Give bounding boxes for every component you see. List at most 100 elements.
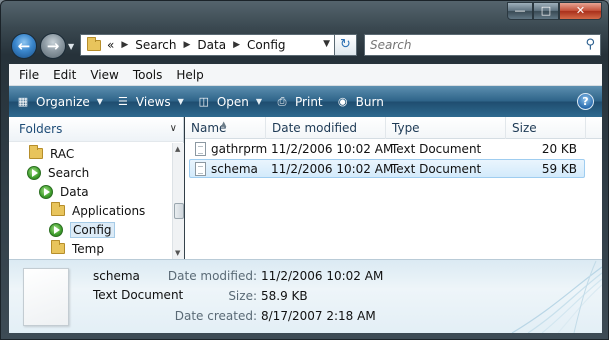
help-button[interactable]: ? xyxy=(577,93,594,110)
maximize-button[interactable]: □ xyxy=(533,2,559,20)
file-name: gathrprm xyxy=(211,142,268,156)
details-file-name: schema xyxy=(93,269,140,283)
column-header-type[interactable]: Type xyxy=(386,117,506,139)
search-box: ⚲ xyxy=(364,34,601,56)
views-button[interactable]: ☰ Views ▼ xyxy=(115,95,184,109)
column-header-label: Type xyxy=(392,121,420,135)
text-document-icon xyxy=(195,161,206,176)
command-bar: ▦ Organize ▼ ☰ Views ▼ ◫ Open ▼ ⎙ Print … xyxy=(9,86,602,117)
tree-item-label: Temp xyxy=(72,241,104,256)
scroll-down-icon[interactable]: ▼ xyxy=(175,249,180,257)
back-arrow-icon: ← xyxy=(17,37,31,55)
details-size-value: 58.9 KB xyxy=(261,289,308,303)
scroll-thumb[interactable] xyxy=(174,203,184,219)
document-thumbnail-icon xyxy=(23,268,69,326)
details-created-value: 8/17/2007 2:18 AM xyxy=(261,309,376,323)
search-input[interactable] xyxy=(365,35,565,55)
tree-item-data[interactable]: Data xyxy=(39,182,89,201)
menu-view[interactable]: View xyxy=(83,68,125,82)
menu-tools[interactable]: Tools xyxy=(126,68,170,82)
decorative-swirl xyxy=(511,260,602,333)
menu-edit[interactable]: Edit xyxy=(46,68,83,82)
nav-scrollbar[interactable]: ▲ ▼ xyxy=(172,143,184,259)
minimize-button[interactable]: — xyxy=(507,2,533,20)
tree-item-label: Search xyxy=(48,165,90,180)
navigation-pane: Folders ∨ RAC Search Data Applications C… xyxy=(9,117,184,259)
address-row: ← → ▼ « ▶ Search ▶ Data ▶ Config ▼ ↻ ⚲ xyxy=(1,29,608,61)
tree-item-rac[interactable]: RAC xyxy=(29,144,74,163)
breadcrumb-data[interactable]: Data xyxy=(197,38,226,52)
folder-icon xyxy=(51,202,65,216)
table-row-selected[interactable]: schema 11/2/2006 10:02 AM Text Document … xyxy=(189,159,585,178)
breadcrumb-separator-icon[interactable]: ▶ xyxy=(184,40,191,50)
details-modified-value: 11/2/2006 10:02 AM xyxy=(261,269,384,283)
folders-header[interactable]: Folders ∨ xyxy=(9,117,183,142)
disc-icon: ◉ xyxy=(337,94,348,108)
details-size-label: Size: xyxy=(228,289,257,303)
table-row[interactable]: gathrprm 11/2/2006 10:02 AM Text Documen… xyxy=(189,140,585,159)
search-icon[interactable]: ⚲ xyxy=(585,37,595,52)
chevron-down-icon: ▼ xyxy=(96,97,103,106)
breadcrumb-separator-icon[interactable]: ▶ xyxy=(121,40,128,50)
forward-arrow-icon: → xyxy=(46,37,60,55)
folder-icon xyxy=(29,145,43,159)
tree-item-config[interactable]: Config xyxy=(49,220,115,239)
menu-file[interactable]: File xyxy=(12,68,46,82)
printer-icon: ⎙ xyxy=(277,94,287,108)
burn-button[interactable]: ◉ Burn xyxy=(335,95,384,109)
breadcrumb-separator-icon[interactable]: ▶ xyxy=(233,40,240,50)
tree-item-label: Config xyxy=(70,221,115,238)
breadcrumb-search[interactable]: Search xyxy=(135,38,176,52)
file-name: schema xyxy=(211,162,258,176)
tree-item-label: Data xyxy=(60,184,89,199)
address-dropdown-icon[interactable]: ▼ xyxy=(323,39,330,49)
tree-item-label: RAC xyxy=(50,146,75,161)
scroll-up-icon[interactable]: ▲ xyxy=(175,145,180,153)
back-button[interactable]: ← xyxy=(11,33,37,59)
details-created-label: Date created: xyxy=(174,309,257,323)
breadcrumb-overflow[interactable]: « xyxy=(107,38,114,52)
date-modified-cell: 11/2/2006 10:02 AM xyxy=(271,162,394,176)
type-cell: Text Document xyxy=(391,162,482,176)
file-list: ▲ Name Date modified Type Size gathrprm … xyxy=(185,117,602,259)
organize-button[interactable]: ▦ Organize ▼ xyxy=(15,95,103,109)
caption-buttons: — □ ✕ xyxy=(507,2,602,20)
column-headers: ▲ Name Date modified Type Size xyxy=(185,117,602,139)
green-arrow-icon xyxy=(27,165,41,180)
burn-label: Burn xyxy=(355,94,384,109)
chevron-down-icon: ▼ xyxy=(255,97,263,106)
folders-title: Folders xyxy=(19,122,63,136)
green-arrow-icon xyxy=(49,222,63,237)
column-header-date-modified[interactable]: Date modified xyxy=(266,117,386,139)
print-button[interactable]: ⎙ Print xyxy=(274,95,323,109)
type-cell: Text Document xyxy=(391,142,482,156)
menu-help[interactable]: Help xyxy=(169,68,210,82)
recent-pages-dropdown[interactable]: ▼ xyxy=(68,42,74,51)
explorer-window: — □ ✕ ← → ▼ « ▶ Search ▶ Data ▶ Config ▼… xyxy=(0,0,609,340)
refresh-button[interactable]: ↻ xyxy=(335,34,357,56)
details-modified-label: Date modified: xyxy=(167,269,257,283)
tree-item-search[interactable]: Search xyxy=(27,163,89,182)
sort-ascending-icon: ▲ xyxy=(221,120,227,128)
green-arrow-icon xyxy=(39,184,53,199)
address-bar[interactable]: « ▶ Search ▶ Data ▶ Config ▼ xyxy=(80,34,335,56)
organize-icon: ▦ xyxy=(17,94,29,108)
size-cell: 59 KB xyxy=(541,162,577,176)
close-button[interactable]: ✕ xyxy=(559,2,602,20)
chevron-down-icon: ▼ xyxy=(177,97,184,106)
chevron-down-icon[interactable]: ∨ xyxy=(170,123,177,134)
file-name-cell: schema xyxy=(195,161,258,178)
open-button[interactable]: ◫ Open ▼ xyxy=(196,95,262,109)
tree-item-temp[interactable]: Temp xyxy=(51,239,104,258)
tree-item-applications[interactable]: Applications xyxy=(51,201,145,220)
column-header-label: Date modified xyxy=(272,121,358,135)
column-header-size[interactable]: Size xyxy=(506,117,586,139)
views-label: Views xyxy=(135,94,171,109)
forward-button[interactable]: → xyxy=(40,33,66,59)
breadcrumb-config[interactable]: Config xyxy=(247,38,286,52)
file-name-cell: gathrprm xyxy=(195,141,267,158)
text-document-icon xyxy=(195,141,206,156)
views-icon: ☰ xyxy=(117,94,128,108)
tree-item-label: Applications xyxy=(72,203,146,218)
column-header-name[interactable]: ▲ Name xyxy=(185,117,266,139)
